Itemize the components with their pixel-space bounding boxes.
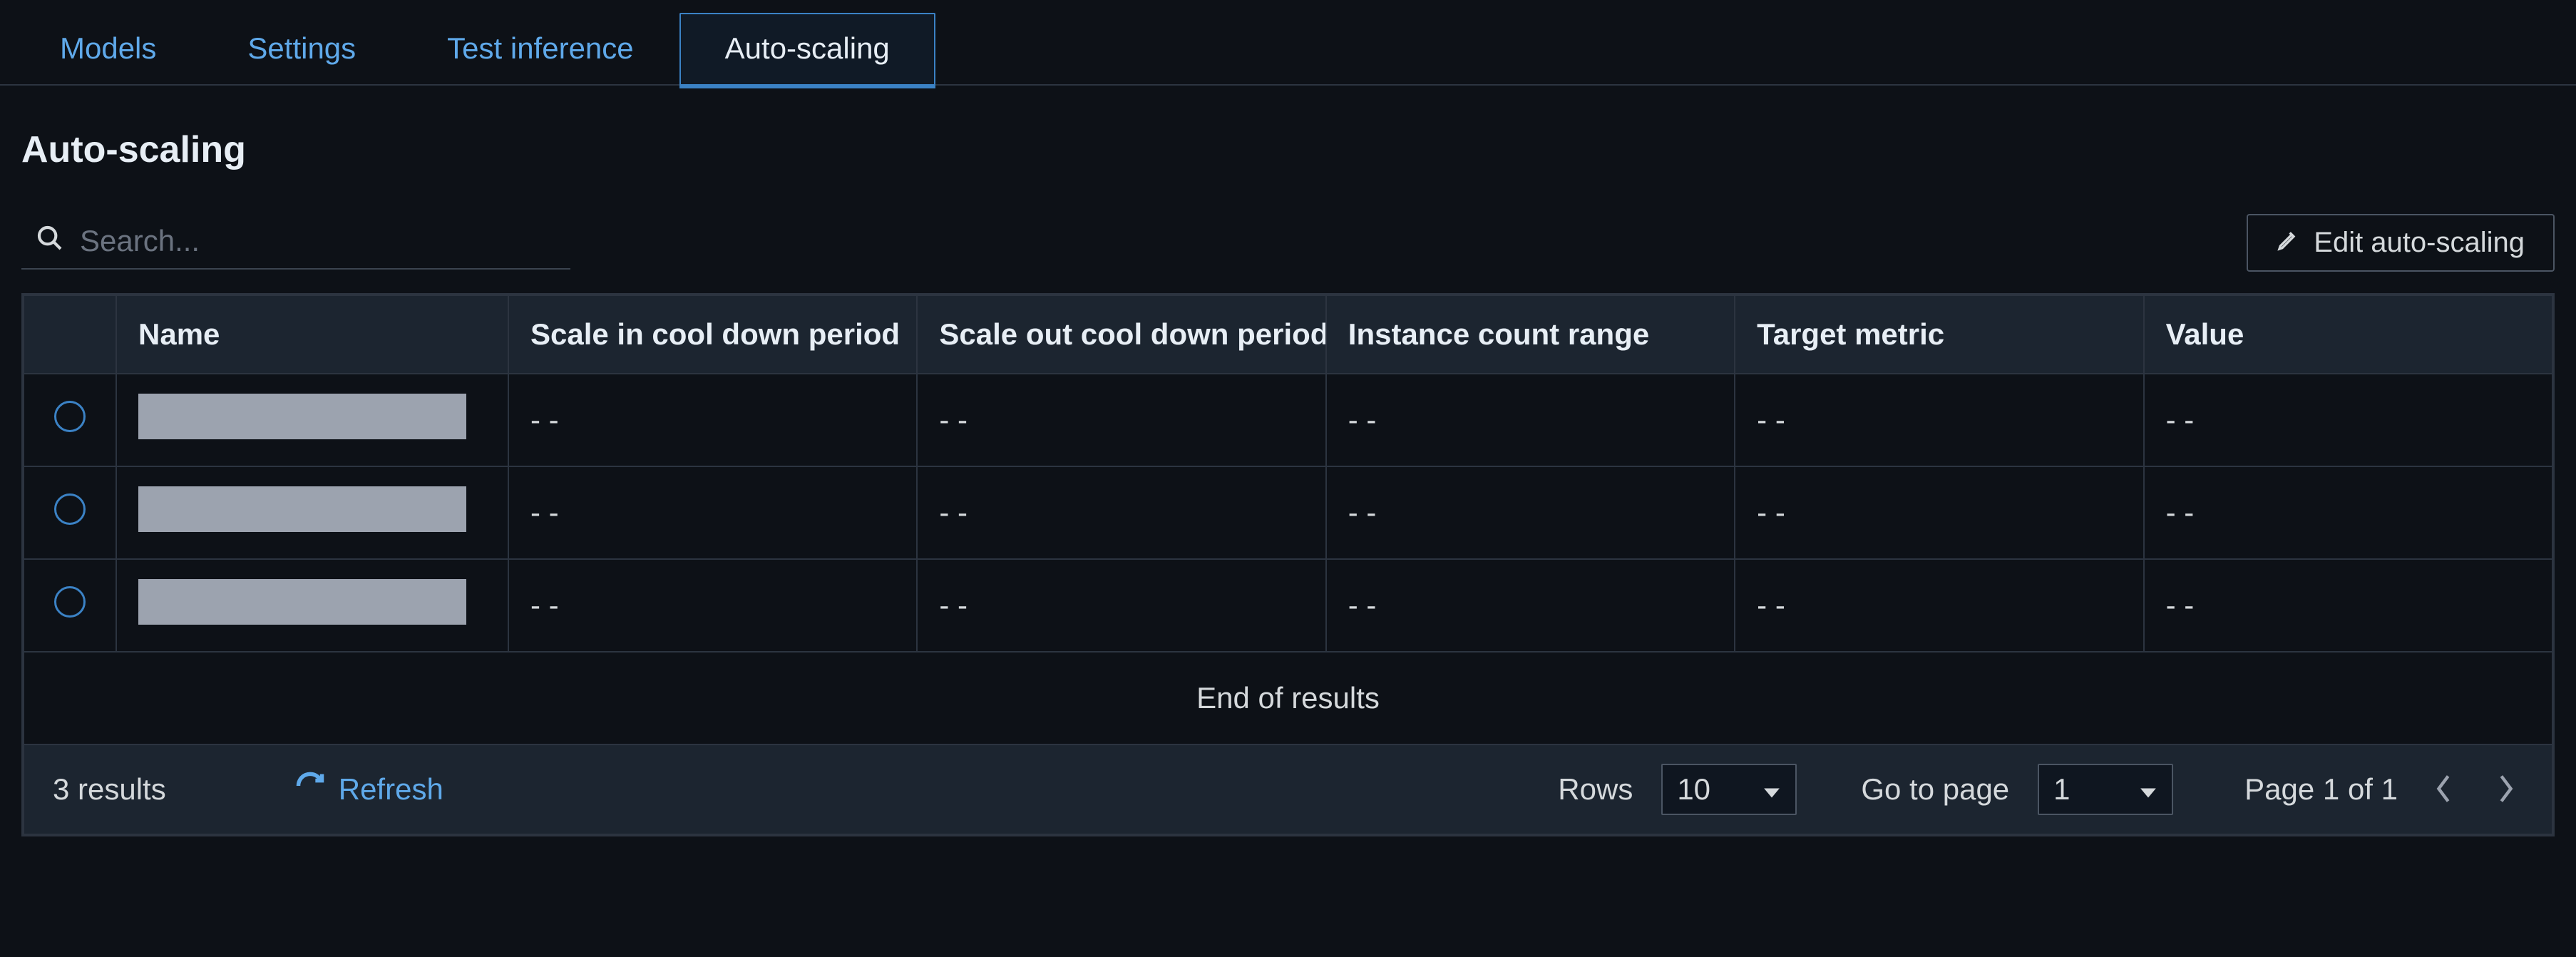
column-scale-in: Scale in cool down period — [508, 295, 917, 374]
cell-metric: - - — [1735, 374, 2143, 466]
cell-metric: - - — [1735, 466, 2143, 559]
chevron-left-icon — [2433, 796, 2453, 807]
next-page-button[interactable] — [2489, 767, 2523, 812]
cell-range: - - — [1326, 559, 1735, 652]
cell-metric: - - — [1735, 559, 2143, 652]
page-indicator: Page 1 of 1 — [2244, 772, 2398, 807]
caret-down-icon — [2139, 772, 2157, 807]
row-select-radio[interactable] — [54, 401, 86, 432]
tab-bar: Models Settings Test inference Auto-scal… — [0, 0, 2576, 86]
column-select — [24, 295, 116, 374]
rows-label: Rows — [1558, 772, 1633, 807]
table-row: - - - - - - - - - - — [24, 559, 2552, 652]
go-to-page-value: 1 — [2053, 772, 2070, 807]
column-name: Name — [116, 295, 508, 374]
table-row: - - - - - - - - - - — [24, 374, 2552, 466]
results-count: 3 results — [53, 772, 166, 807]
previous-page-button[interactable] — [2426, 767, 2460, 812]
cell-scale-in: - - — [508, 559, 917, 652]
cell-value: - - — [2144, 559, 2552, 652]
go-to-page-label: Go to page — [1861, 772, 2009, 807]
search-icon — [36, 224, 64, 258]
tab-settings[interactable]: Settings — [202, 13, 401, 84]
column-target-metric: Target metric — [1735, 295, 2143, 374]
end-of-results-text: End of results — [24, 652, 2552, 744]
name-redacted — [138, 486, 466, 532]
tab-models[interactable]: Models — [14, 13, 202, 84]
table-footer: 3 results Refresh Rows 10 Go to page 1 P… — [23, 745, 2553, 835]
cell-scale-out: - - — [917, 559, 1325, 652]
cell-range: - - — [1326, 466, 1735, 559]
name-redacted — [138, 579, 466, 625]
row-select-radio[interactable] — [54, 493, 86, 525]
cell-range: - - — [1326, 374, 1735, 466]
toolbar: Edit auto-scaling — [0, 214, 2576, 293]
pencil-icon — [2277, 227, 2299, 259]
end-of-results-row: End of results — [24, 652, 2552, 744]
rows-value: 10 — [1677, 772, 1710, 807]
column-instance-range: Instance count range — [1326, 295, 1735, 374]
column-value: Value — [2144, 295, 2552, 374]
cell-scale-in: - - — [508, 466, 917, 559]
cell-scale-out: - - — [917, 374, 1325, 466]
table-header-row: Name Scale in cool down period Scale out… — [24, 295, 2552, 374]
cell-scale-out: - - — [917, 466, 1325, 559]
name-redacted — [138, 394, 466, 439]
cell-scale-in: - - — [508, 374, 917, 466]
page-title: Auto-scaling — [0, 128, 2576, 214]
cell-value: - - — [2144, 466, 2552, 559]
page-container: Models Settings Test inference Auto-scal… — [0, 0, 2576, 858]
caret-down-icon — [1762, 772, 1781, 807]
cell-value: - - — [2144, 374, 2552, 466]
chevron-right-icon — [2496, 796, 2516, 807]
tab-auto-scaling[interactable]: Auto-scaling — [679, 13, 935, 84]
edit-auto-scaling-button[interactable]: Edit auto-scaling — [2247, 214, 2555, 272]
tab-test-inference[interactable]: Test inference — [401, 13, 679, 84]
search-box[interactable] — [21, 217, 570, 270]
edit-button-label: Edit auto-scaling — [2314, 227, 2525, 259]
auto-scaling-table: Name Scale in cool down period Scale out… — [23, 295, 2553, 745]
refresh-label: Refresh — [339, 772, 443, 807]
row-select-radio[interactable] — [54, 586, 86, 618]
refresh-button[interactable]: Refresh — [294, 770, 443, 809]
table-container: Name Scale in cool down period Scale out… — [21, 293, 2555, 836]
search-input[interactable] — [80, 224, 556, 258]
column-scale-out: Scale out cool down period — [917, 295, 1325, 374]
go-to-page-select[interactable]: 1 — [2038, 764, 2173, 815]
table-row: - - - - - - - - - - — [24, 466, 2552, 559]
rows-per-page-select[interactable]: 10 — [1661, 764, 1797, 815]
refresh-icon — [294, 770, 326, 809]
